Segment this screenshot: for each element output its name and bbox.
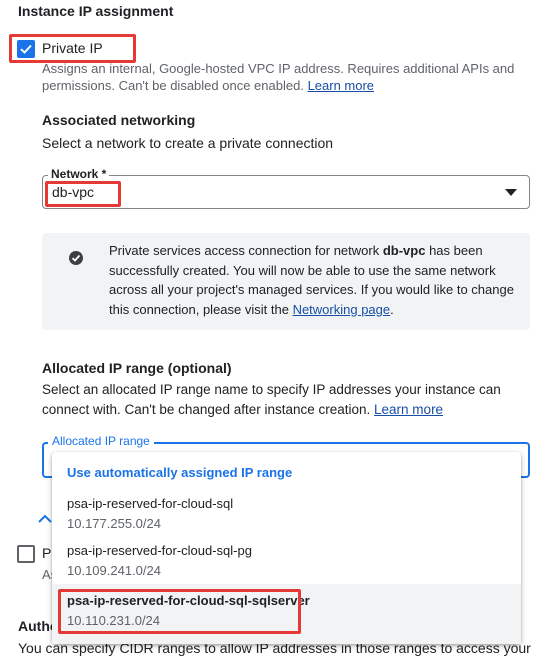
- menu-item-auto-label: Use automatically assigned IP range: [67, 465, 293, 480]
- menu-item-cloud-sql[interactable]: psa-ip-reserved-for-cloud-sql 10.177.255…: [52, 490, 521, 537]
- section-title: Instance IP assignment: [18, 3, 174, 19]
- allocated-learn-more-link[interactable]: Learn more: [374, 402, 443, 417]
- highlight-sqlserver-option: [58, 589, 301, 634]
- private-ip-description: Assigns an internal, Google-hosted VPC I…: [42, 61, 515, 93]
- menu-item-cloud-sql-pg[interactable]: psa-ip-reserved-for-cloud-sql-pg 10.109.…: [52, 537, 521, 584]
- chevron-up-icon[interactable]: [38, 514, 52, 523]
- networking-page-link[interactable]: Networking page: [293, 302, 391, 317]
- highlight-network-value: [45, 181, 121, 207]
- associated-networking-subtitle: Select a network to create a private con…: [42, 135, 334, 151]
- menu-item-range: 10.177.255.0/24: [67, 516, 161, 531]
- menu-item-name: psa-ip-reserved-for-cloud-sql-pg: [67, 543, 252, 558]
- menu-item-range: 10.109.241.0/24: [67, 563, 161, 578]
- allocated-ip-range-description: Select an allocated IP range name to spe…: [42, 382, 501, 417]
- allocated-ip-range-field-label: Allocated IP range: [48, 434, 154, 448]
- associated-networking-title: Associated networking: [42, 112, 196, 128]
- menu-item-name: psa-ip-reserved-for-cloud-sql: [67, 496, 234, 511]
- network-field-label: Network *: [48, 167, 110, 181]
- check-circle-icon: [69, 251, 83, 265]
- highlight-private-ip: [9, 34, 136, 63]
- secondary-checkbox[interactable]: [17, 545, 35, 563]
- private-ip-learn-more-link[interactable]: Learn more: [308, 78, 374, 93]
- secondary-checkbox-label: P: [42, 545, 52, 561]
- menu-item-auto[interactable]: Use automatically assigned IP range: [52, 452, 521, 490]
- connection-info-box: Private services access connection for n…: [42, 233, 530, 330]
- dropdown-arrow-icon: [505, 189, 517, 196]
- connection-info-text: Private services access connection for n…: [109, 243, 514, 317]
- allocated-ip-range-title: Allocated IP range (optional): [42, 360, 232, 376]
